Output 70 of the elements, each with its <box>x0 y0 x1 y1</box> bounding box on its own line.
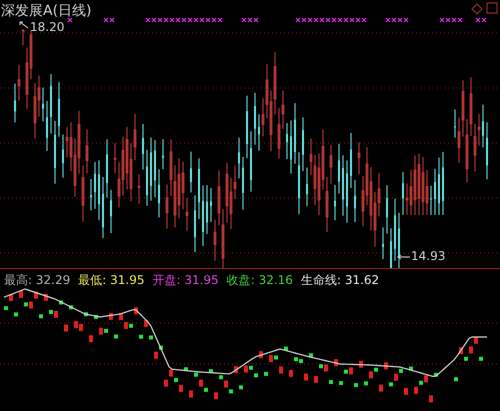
arrow-icon <box>20 22 28 28</box>
candlestick <box>398 212 400 268</box>
candlestick <box>254 92 256 146</box>
low-price-label: 14.93 <box>411 249 446 263</box>
candlestick <box>402 172 404 216</box>
candlestick <box>290 120 292 174</box>
candlestick <box>58 82 60 138</box>
candlestick <box>150 137 152 202</box>
candlestick <box>242 156 244 210</box>
candlestick <box>146 149 148 206</box>
chart-title: 深发展A(日线) <box>1 2 92 20</box>
candlestick <box>338 143 340 194</box>
legend-item: 生命线: 31.62 <box>300 272 380 289</box>
candlestick <box>62 134 64 178</box>
candlestick <box>442 151 444 216</box>
candlestick <box>158 168 160 218</box>
candlestick <box>42 87 44 122</box>
candlestick <box>334 184 336 221</box>
candlestick <box>250 130 252 192</box>
candlestick <box>210 188 212 223</box>
legend-item: 开盘: 31.95 <box>152 272 219 289</box>
candlestick <box>434 168 436 216</box>
arrow-icon <box>396 254 410 260</box>
high-price-label: 18.20 <box>30 20 64 34</box>
candlestick <box>154 140 156 198</box>
candlestick <box>94 161 96 210</box>
candlestick <box>14 83 16 123</box>
candlestick <box>454 109 456 138</box>
candlestick <box>306 167 308 207</box>
candlestick <box>46 100 48 152</box>
candlestick <box>302 116 304 172</box>
candlestick <box>246 95 248 159</box>
candlestick <box>206 184 208 234</box>
candlestick <box>202 184 204 246</box>
candlestick <box>298 152 300 215</box>
candlestick <box>162 138 164 170</box>
legend-item: 最低: 31.95 <box>78 272 144 289</box>
candlestick <box>486 122 488 180</box>
candlestick <box>390 228 392 268</box>
candlestick <box>294 102 296 164</box>
diamond-icon <box>471 3 483 15</box>
candlestick <box>350 132 352 188</box>
candlestick <box>102 176 104 239</box>
candlestick <box>110 189 112 234</box>
candlestick <box>394 198 396 262</box>
candlestick <box>194 194 196 253</box>
candlestick <box>482 104 484 148</box>
candlestick <box>190 151 192 194</box>
legend-item: 收盘: 32.16 <box>226 272 293 289</box>
candlestick <box>346 160 348 224</box>
candlestick <box>198 158 200 220</box>
candlestick <box>382 226 384 260</box>
candlestick <box>54 120 56 184</box>
candlestick <box>142 123 144 170</box>
legend-item: 最高: 32.29 <box>4 272 70 289</box>
candlestick <box>438 157 440 216</box>
candlestick <box>386 184 388 234</box>
candlestick <box>342 154 344 216</box>
candlestick <box>354 179 356 223</box>
candlestick <box>90 178 92 211</box>
candlestick <box>50 74 52 134</box>
candlestick <box>430 185 432 216</box>
candlestick <box>106 138 108 198</box>
candlestick <box>258 114 260 152</box>
candlestick <box>98 160 100 220</box>
candlestick <box>286 122 288 160</box>
square-icon <box>486 2 498 14</box>
candlestick <box>18 64 20 101</box>
candlestick <box>238 137 240 179</box>
candlestick <box>138 174 140 204</box>
